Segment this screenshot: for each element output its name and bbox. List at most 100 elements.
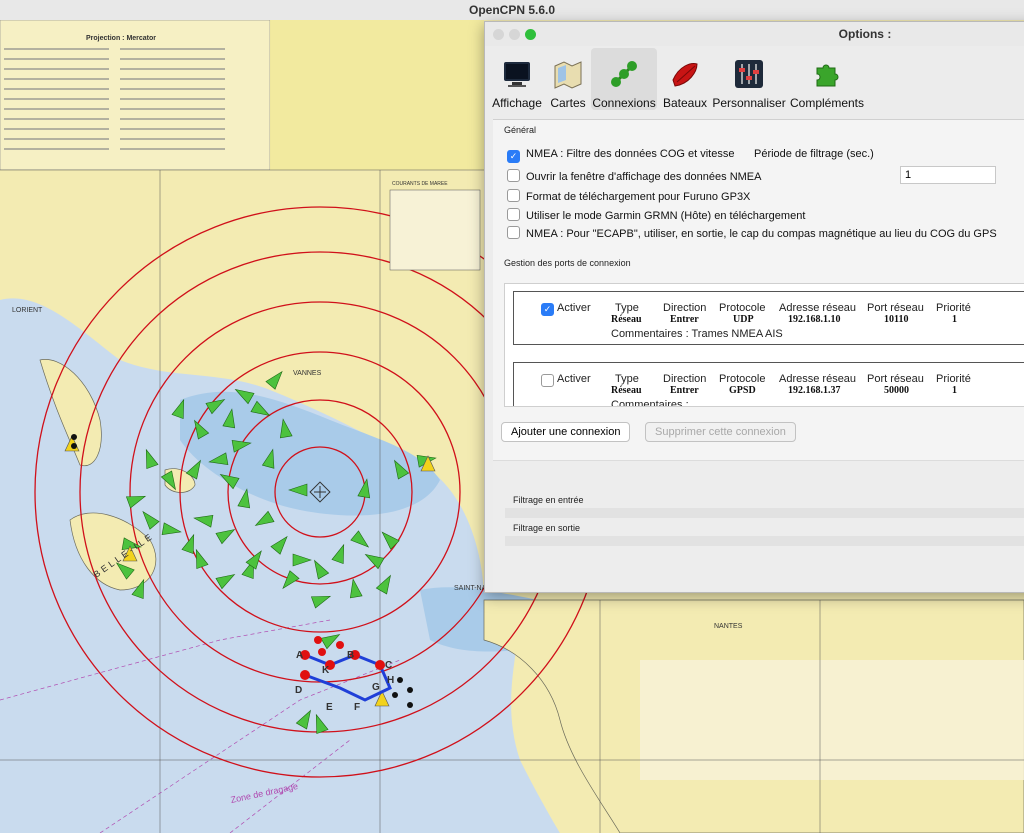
address-value: 192.168.1.10 (788, 314, 841, 325)
legend-text-line (4, 68, 109, 70)
main-window-title: OpenCPN 5.6.0 (0, 0, 1024, 21)
tab-label: Compléments (789, 96, 865, 110)
garmin-mode-checkbox[interactable]: Utiliser le mode Garmin GRMN (Hôte) en t… (507, 208, 805, 222)
checkbox-box[interactable] (507, 189, 520, 202)
waypoint-g[interactable]: G (372, 682, 380, 693)
waypoint-h[interactable]: H (387, 675, 394, 686)
projection-label: Projection : Mercator (86, 35, 157, 42)
option-label: Ouvrir la fenêtre d'affichage des donnée… (526, 171, 762, 183)
tab-label: Connexions (592, 96, 656, 110)
filter-panel: Filtrage en entrée Filtrage en sortie (493, 460, 1024, 591)
tide-table-heading: COURANTS DE MAREE (392, 181, 448, 187)
ports-heading: Gestion des ports de connexion (504, 258, 631, 268)
legend-text-line (4, 138, 109, 140)
legend-text-line (120, 88, 225, 90)
place-vannes: VANNES (293, 370, 322, 377)
dialog-title: Options : (838, 27, 892, 41)
enable-header: Activer (557, 373, 591, 385)
port-value: 10110 (884, 314, 909, 325)
legend-text-line (4, 108, 109, 110)
tab-personnaliser[interactable]: Personnaliser (712, 48, 786, 110)
checkbox-box[interactable] (507, 208, 520, 221)
options-dialog[interactable]: Options : Affichage Cartes Connexions Ba… (484, 21, 1024, 593)
comment-value: Commentaires : (611, 399, 689, 407)
priority-header: Priorité (936, 373, 971, 385)
option-label: NMEA : Pour "ECAPB", utiliser, en sortie… (526, 228, 997, 240)
tab-label: Personnaliser (712, 96, 786, 110)
output-filter-bar[interactable] (505, 536, 1024, 546)
enable-checkbox[interactable]: ✓ (541, 303, 554, 316)
legend-text-line (120, 148, 225, 150)
direction-header: Direction (663, 373, 707, 385)
waypoint-c[interactable]: C (385, 660, 392, 671)
input-filter-bar[interactable] (505, 508, 1024, 518)
checkbox-box[interactable] (507, 226, 520, 239)
add-connection-button[interactable]: Ajouter une connexion (501, 422, 631, 442)
connections-panel: Général ✓ NMEA : Filtre des données COG e… (493, 119, 1024, 591)
filter-period-label: Période de filtrage (sec.) (754, 148, 874, 160)
connection-row[interactable]: Activer Type Direction Protocole Adresse… (513, 362, 1024, 407)
notes-panel (640, 660, 1024, 780)
checkmark-icon[interactable]: ✓ (507, 150, 520, 163)
place-nantes: NANTES (714, 623, 743, 630)
port-value: 50000 (884, 385, 909, 396)
waypoint-e[interactable]: E (326, 702, 333, 713)
general-heading: Général (504, 125, 537, 135)
protocol-header: Protocole (719, 302, 766, 314)
option-label: Format de téléchargement pour Furuno GP3… (526, 191, 751, 203)
place-lorient: LORIENT (12, 307, 43, 314)
tab-connexions[interactable]: Connexions (591, 48, 657, 110)
nmea-filter-checkbox[interactable]: ✓ NMEA : Filtre des données COG et vitess… (507, 148, 734, 163)
waypoint-f[interactable]: F (354, 702, 360, 713)
type-header: Type (615, 373, 639, 385)
waypoint-b[interactable]: B (347, 650, 354, 661)
waypoint-d[interactable]: D (295, 685, 302, 696)
legend-text-line (120, 68, 225, 70)
legend-text-line (120, 118, 225, 120)
legend-text-line (4, 118, 109, 120)
tab-bateaux[interactable]: Bateaux (661, 48, 709, 110)
legend-text-line (120, 138, 225, 140)
type-header: Type (615, 302, 639, 314)
legend-text-line (120, 108, 225, 110)
waypoint-k[interactable]: K (322, 665, 329, 676)
connection-row[interactable]: ✓ Activer Type Direction Protocole Adres… (513, 291, 1024, 345)
dialog-titlebar[interactable]: Options : (485, 22, 1024, 46)
port-header: Port réseau (867, 373, 924, 385)
open-nmea-window-checkbox[interactable]: Ouvrir la fenêtre d'affichage des donnée… (507, 169, 761, 183)
direction-value: Entrer (670, 385, 699, 396)
furuno-format-checkbox[interactable]: Format de téléchargement pour Furuno GP3… (507, 189, 750, 203)
tab-label: Bateaux (662, 96, 708, 110)
waypoint-a[interactable]: A (296, 650, 303, 661)
type-value: Réseau (611, 314, 642, 325)
priority-value: 1 (952, 314, 957, 325)
tab-complements[interactable]: Compléments (789, 48, 865, 110)
input-filter-label: Filtrage en entrée (513, 495, 584, 505)
filter-period-input[interactable] (900, 166, 996, 184)
address-header: Adresse réseau (779, 373, 857, 385)
legend-text-line (4, 78, 109, 80)
priority-header: Priorité (936, 302, 971, 314)
legend-text-line (120, 78, 225, 80)
ecapb-checkbox[interactable]: NMEA : Pour "ECAPB", utiliser, en sortie… (507, 226, 997, 240)
connection-list[interactable]: ✓ Activer Type Direction Protocole Adres… (504, 283, 1024, 407)
sliders-icon (735, 60, 763, 88)
boat-icon (672, 63, 698, 87)
tab-affichage[interactable]: Affichage (489, 48, 545, 110)
direction-header: Direction (663, 302, 707, 314)
nmea-filter-label: NMEA : Filtre des données COG et vitesse (526, 148, 735, 160)
tab-cartes[interactable]: Cartes (548, 48, 588, 110)
tide-table (389, 189, 481, 271)
comment-value: Commentaires : Trames NMEA AIS (611, 328, 783, 340)
legend-text-line (4, 88, 109, 90)
connections-icon (611, 61, 637, 87)
port-header: Port réseau (867, 302, 924, 314)
monitor-icon (504, 62, 530, 87)
checkbox-box[interactable] (507, 169, 520, 182)
enable-checkbox[interactable] (541, 374, 554, 387)
legend-text-line (4, 128, 109, 130)
remove-connection-button[interactable]: Supprimer cette connexion (645, 422, 796, 442)
output-filter-label: Filtrage en sortie (513, 523, 581, 533)
address-header: Adresse réseau (779, 302, 857, 314)
direction-value: Entrer (670, 314, 699, 325)
